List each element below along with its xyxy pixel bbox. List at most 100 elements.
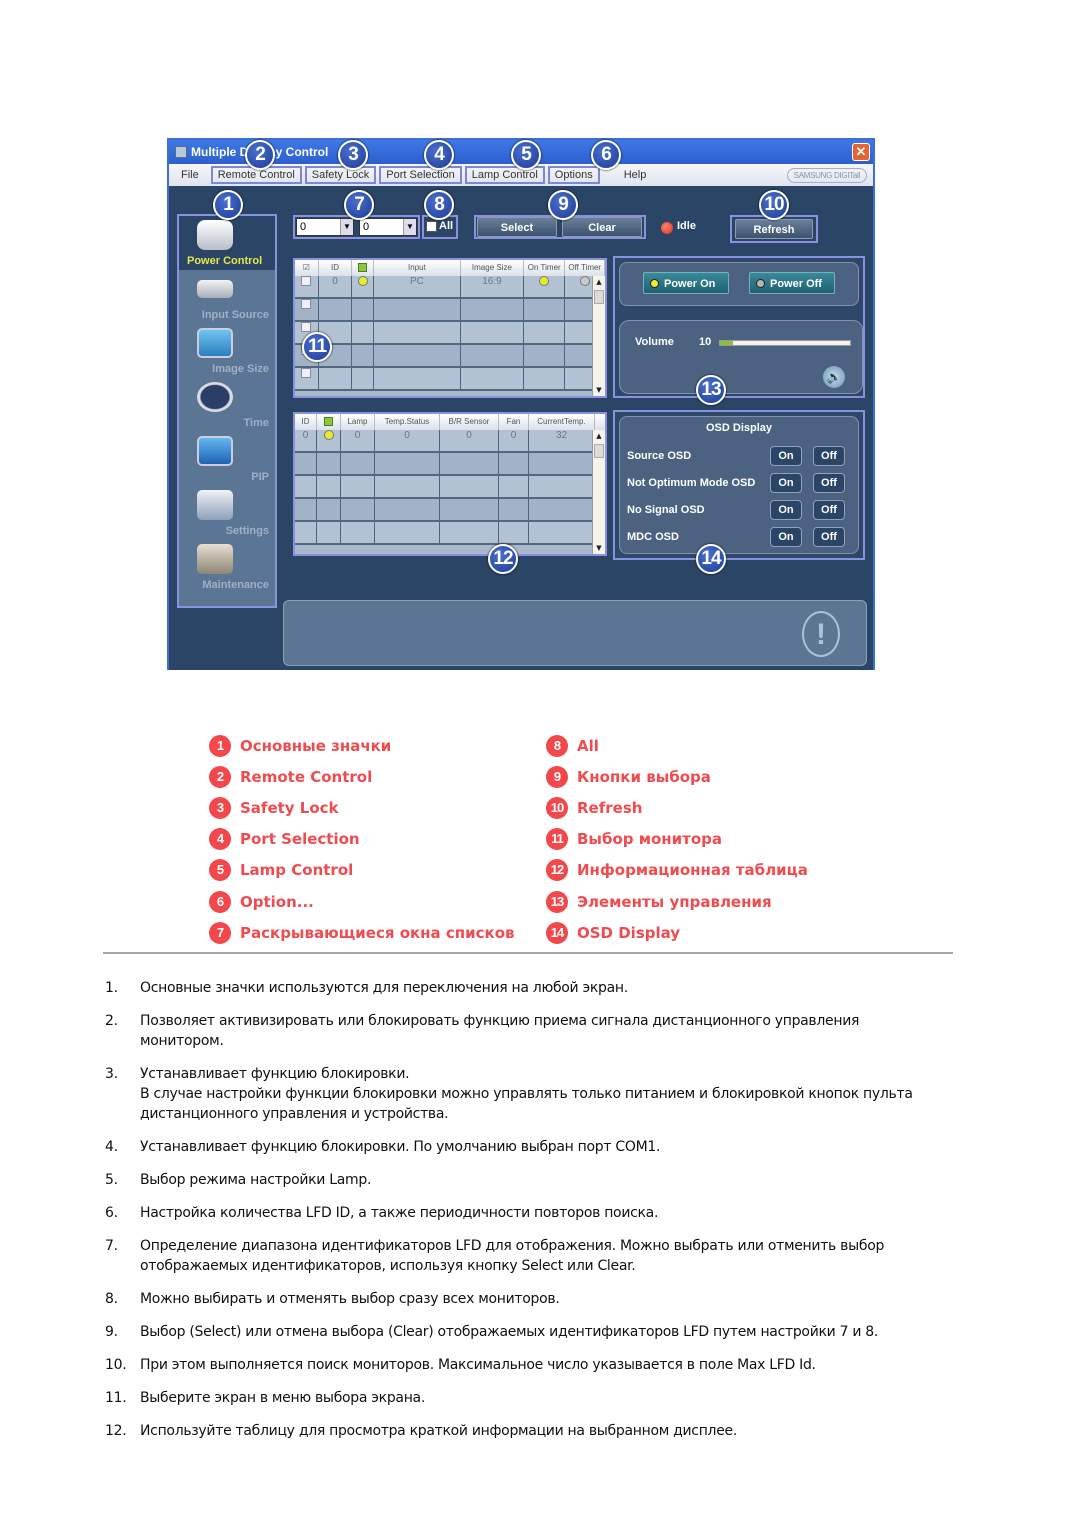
table-row[interactable]: [295, 522, 605, 545]
row-checkbox[interactable]: [301, 276, 312, 287]
chevron-down-icon[interactable]: ▼: [403, 219, 416, 235]
scroll-up-icon[interactable]: ▲: [593, 276, 605, 288]
sidebar-item-maintenance[interactable]: Maintenance: [179, 540, 275, 594]
table-row[interactable]: [295, 345, 605, 368]
menu-lamp-control[interactable]: Lamp Control: [464, 166, 545, 184]
table-row[interactable]: [295, 453, 605, 476]
power-off-button[interactable]: Power Off: [749, 272, 835, 294]
menu-safety-lock[interactable]: Safety Lock: [304, 166, 377, 184]
mdc-osd-on-button[interactable]: On: [770, 527, 802, 547]
scrollbar[interactable]: ▲ ▼: [592, 276, 605, 396]
col-fan: Fan: [499, 414, 529, 430]
row-checkbox[interactable]: [301, 322, 312, 333]
legend-number: 1: [209, 734, 231, 757]
all-checkbox[interactable]: [426, 221, 437, 232]
source-osd-off-button[interactable]: Off: [813, 446, 845, 466]
range-from-dropdown[interactable]: 0 ▼: [296, 218, 354, 236]
legend-number: 14: [546, 921, 568, 944]
power-on-led-icon: [650, 279, 659, 288]
legend-number: 4: [209, 828, 231, 851]
not-optimum-osd-off-button[interactable]: Off: [813, 473, 845, 493]
sidebar-item-power-control[interactable]: Power Control: [179, 216, 275, 270]
menu-file[interactable]: File: [175, 167, 205, 183]
source-osd-on-button[interactable]: On: [770, 446, 802, 466]
power-control-icon: [197, 220, 233, 250]
table-row[interactable]: [295, 476, 605, 499]
close-button[interactable]: ✕: [852, 143, 870, 161]
pip-icon: [197, 436, 233, 466]
table-row[interactable]: 0 PC 16:9: [295, 276, 605, 299]
legend-left: 1 Основные значки 2 Remote Control 3 Safety…: [209, 730, 515, 948]
scroll-down-icon[interactable]: ▼: [593, 384, 605, 396]
legend-item: 4 Port Selection: [209, 824, 515, 855]
sidebar-item-input-source[interactable]: Input Source: [179, 270, 275, 324]
legend-text: Информационная таблица: [577, 861, 808, 880]
legend-item: 5 Lamp Control: [209, 855, 515, 886]
legend-item: 11 Выбор монитора: [546, 824, 808, 855]
table-row[interactable]: [295, 299, 605, 322]
legend-number: 11: [546, 828, 568, 851]
power-on-button[interactable]: Power On: [643, 272, 729, 294]
note-item: 1. Основные значки используются для перек…: [105, 978, 945, 998]
mute-speaker-icon[interactable]: 🔈: [823, 366, 845, 388]
note-item: 3. Устанавливает функцию блокировки. В слу…: [105, 1064, 945, 1124]
scrollbar[interactable]: ▲ ▼: [592, 430, 605, 554]
note-text: Основные значки используются для переклю…: [140, 980, 628, 996]
legend-text: Safety Lock: [240, 798, 339, 817]
scroll-thumb[interactable]: [594, 290, 604, 304]
note-number: 3.: [105, 1066, 118, 1082]
menu-help[interactable]: Help: [618, 167, 653, 183]
no-signal-osd-off-button[interactable]: Off: [813, 500, 845, 520]
row-checkbox[interactable]: [301, 299, 312, 310]
refresh-button[interactable]: Refresh: [735, 219, 813, 239]
note-number: 8.: [105, 1291, 118, 1307]
menu-options[interactable]: Options: [547, 166, 600, 184]
legend-text: Option...: [240, 892, 314, 911]
table-row[interactable]: [295, 322, 605, 345]
note-text: Можно выбирать и отменять выбор сразу вс…: [140, 1291, 560, 1307]
note-text: Настройка количества LFD ID, а также пер…: [140, 1205, 659, 1221]
clear-button[interactable]: Clear: [562, 217, 642, 237]
select-all-checkbox[interactable]: ☑: [295, 260, 319, 276]
table-row[interactable]: [295, 499, 605, 522]
table-row[interactable]: 0 0 0 0 0 32: [295, 430, 605, 453]
col-on-timer: On Timer: [524, 260, 566, 276]
legend-text: Remote Control: [240, 767, 373, 786]
scroll-down-icon[interactable]: ▼: [593, 542, 605, 554]
power-off-label: Power Off: [770, 278, 822, 290]
table-body: 0 0 0 0 0 32: [295, 430, 605, 545]
range-to-dropdown[interactable]: 0 ▼: [359, 218, 417, 236]
table-row[interactable]: [295, 368, 605, 391]
menu-port-selection[interactable]: Port Selection: [379, 166, 462, 184]
chevron-down-icon[interactable]: ▼: [340, 219, 353, 235]
sidebar-item-image-size[interactable]: Image Size: [179, 324, 275, 378]
row-checkbox[interactable]: [301, 368, 312, 379]
sidebar-item-settings[interactable]: Settings: [179, 486, 275, 540]
input-source-icon: [197, 280, 233, 298]
not-optimum-osd-on-button[interactable]: On: [770, 473, 802, 493]
table-body: 0 PC 16:9: [295, 276, 605, 391]
osd-display-panel: OSD Display Source OSD On Off Not Optimu…: [613, 410, 865, 560]
sidebar-item-time[interactable]: Time: [179, 378, 275, 432]
row-checkbox-cell[interactable]: [295, 276, 319, 297]
note-number: 2.: [105, 1013, 118, 1029]
table-header: ☑ ID Input Image Size On Timer Off Timer: [295, 260, 605, 276]
legend-item: 1 Основные значки: [209, 730, 515, 761]
no-signal-osd-on-button[interactable]: On: [770, 500, 802, 520]
legend-text: Lamp Control: [240, 861, 354, 880]
col-image-size: Image Size: [461, 260, 525, 276]
mdc-osd-off-button[interactable]: Off: [813, 527, 845, 547]
note-item: 2. Позволяет активизировать или блокирова…: [105, 1011, 945, 1051]
sidebar-item-label: Image Size: [212, 363, 269, 375]
osd-source-label: Source OSD: [627, 450, 692, 462]
callout-5: 5: [511, 140, 541, 170]
scroll-up-icon[interactable]: ▲: [593, 430, 605, 442]
range-from-value: 0: [300, 221, 307, 233]
sidebar-item-pip[interactable]: PIP: [179, 432, 275, 486]
callout-7: 7: [344, 190, 374, 220]
volume-slider[interactable]: [719, 340, 851, 346]
select-button[interactable]: Select: [477, 217, 557, 237]
power-on-indicator-icon: [323, 430, 334, 441]
scroll-thumb[interactable]: [594, 444, 604, 458]
osd-title: OSD Display: [705, 422, 773, 434]
